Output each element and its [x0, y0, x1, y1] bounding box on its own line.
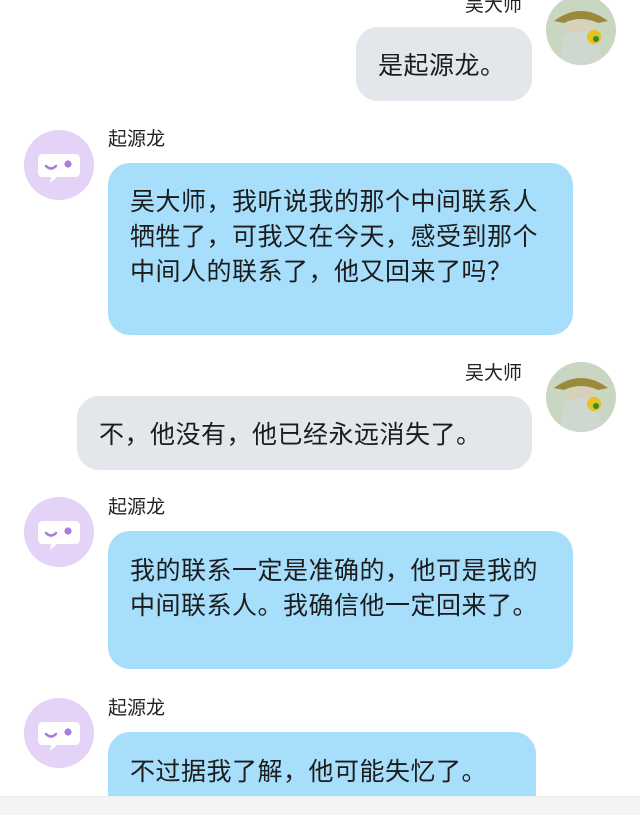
message-text: 吴大师，我听说我的那个中间联系人牺牲了，可我又在今天，感受到那个中间人的联系了，…: [130, 187, 539, 286]
chat-bubble-face-avatar-icon[interactable]: [24, 698, 94, 768]
robed-figure-avatar-icon[interactable]: [546, 0, 616, 65]
message-text: 不，他没有，他已经永远消失了。: [99, 420, 482, 449]
sender-name: 起源龙: [108, 128, 166, 150]
sender-name: 起源龙: [108, 496, 166, 518]
sender-name: 起源龙: [108, 697, 166, 719]
message-text: 我的联系一定是准确的，他可是我的中间联系人。我确信他一定回来了。: [130, 556, 539, 620]
message-text: 是起源龙。: [378, 51, 506, 80]
message-bubble[interactable]: 是起源龙。: [356, 27, 532, 101]
sender-name: 吴大师: [465, 0, 523, 16]
chat-bubble-face-avatar-icon[interactable]: [24, 130, 94, 200]
sender-name: 吴大师: [465, 362, 523, 384]
message-bubble[interactable]: 不，他没有，他已经永远消失了。: [77, 396, 532, 470]
input-bar-edge: [0, 796, 640, 815]
robed-figure-avatar-icon[interactable]: [546, 362, 616, 432]
chat-bubble-face-avatar-icon[interactable]: [24, 497, 94, 567]
message-text: 不过据我了解，他可能失忆了。: [130, 757, 488, 786]
message-bubble[interactable]: 我的联系一定是准确的，他可是我的中间联系人。我确信他一定回来了。: [108, 531, 573, 669]
message-bubble[interactable]: 吴大师，我听说我的那个中间联系人牺牲了，可我又在今天，感受到那个中间人的联系了，…: [108, 163, 573, 335]
